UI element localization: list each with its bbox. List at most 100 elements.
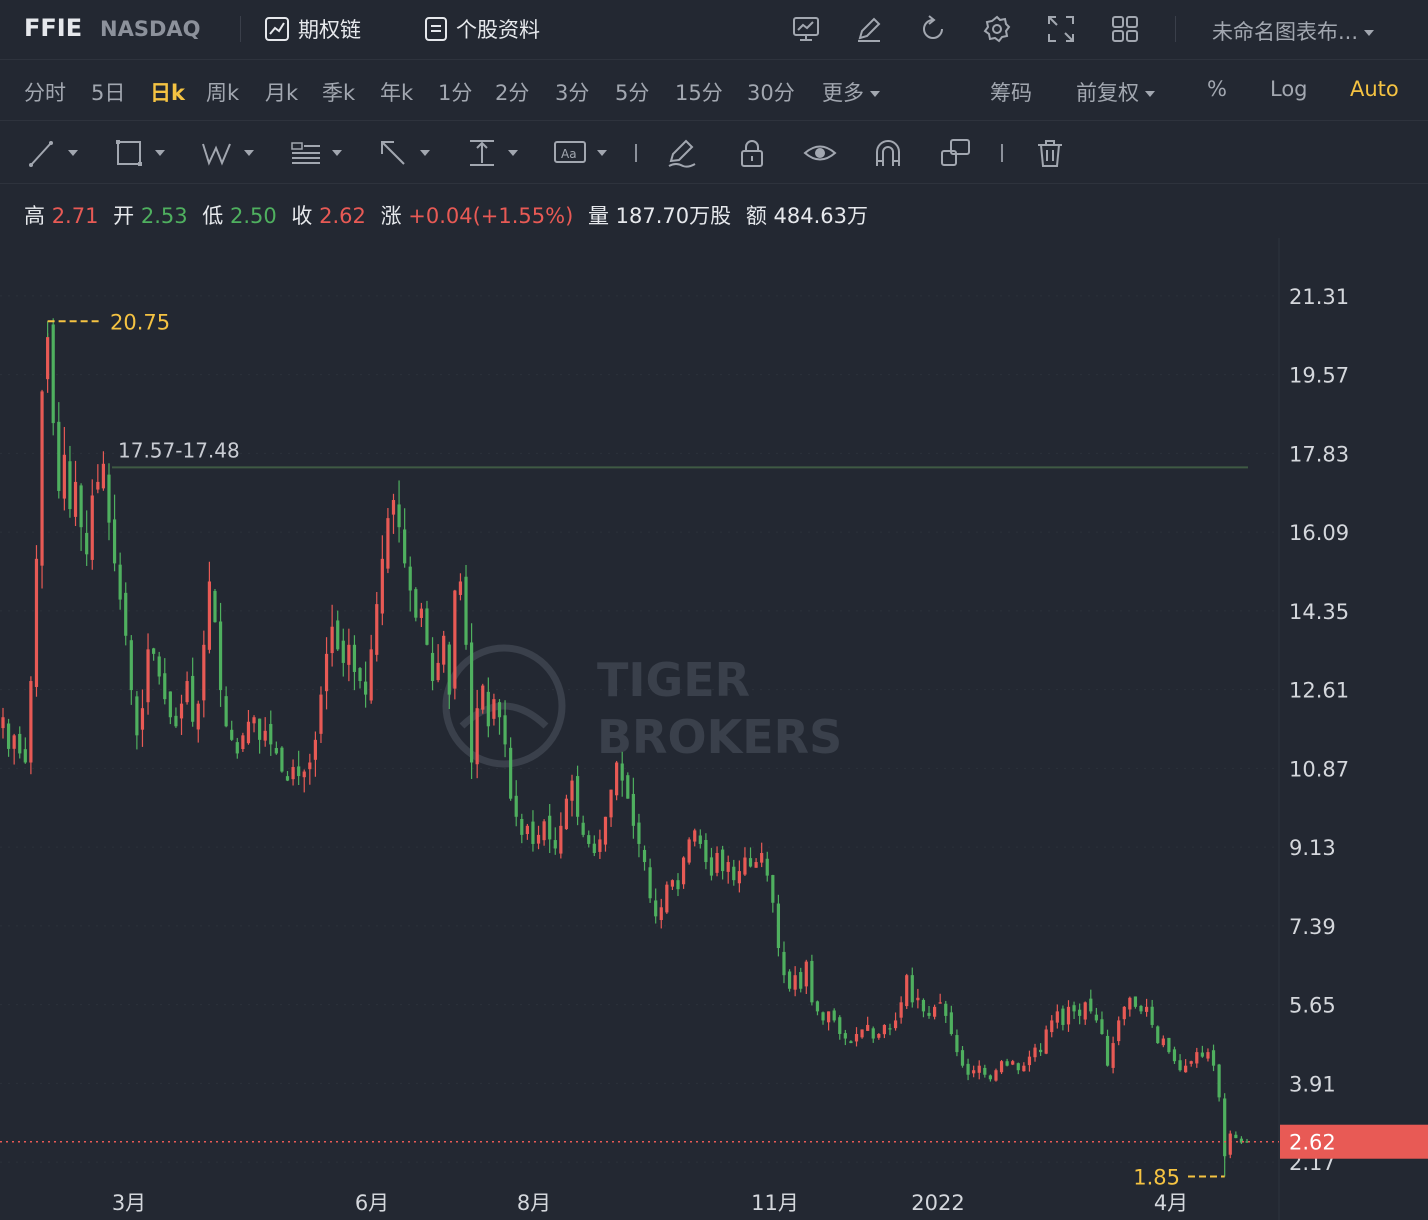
- candle-body: [782, 951, 786, 976]
- period-tab[interactable]: 年k: [380, 77, 413, 107]
- period-tab[interactable]: 周k: [206, 77, 239, 107]
- y-tick-label: 21.31: [1289, 285, 1349, 309]
- text-tool[interactable]: Aa: [553, 136, 611, 170]
- candle-body: [129, 640, 133, 691]
- candle-body: [218, 621, 223, 691]
- volume-label: 量: [587, 204, 609, 228]
- candle-body: [548, 815, 552, 840]
- period-tab-active[interactable]: 日k: [150, 77, 185, 107]
- period-tab[interactable]: 30分: [747, 77, 795, 107]
- candle-body: [626, 775, 630, 799]
- low-value: 2.50: [229, 204, 277, 228]
- more-periods-dropdown[interactable]: 更多: [822, 77, 880, 107]
- candle-body: [196, 703, 200, 730]
- candle-body: [1022, 1065, 1026, 1072]
- more-periods-label: 更多: [822, 81, 864, 105]
- period-tab[interactable]: 15分: [675, 77, 723, 107]
- candle-body: [269, 723, 273, 745]
- chips-button[interactable]: 筹码: [990, 77, 1032, 107]
- y-tick-label: 17.83: [1289, 442, 1349, 466]
- auto-toggle[interactable]: Auto: [1350, 77, 1399, 101]
- percent-toggle[interactable]: %: [1207, 77, 1227, 101]
- period-tab[interactable]: 月k: [265, 77, 298, 107]
- candle-body: [648, 867, 652, 899]
- chart-layout-dropdown[interactable]: 未命名图表布...: [1212, 16, 1375, 46]
- candle-body: [1228, 1133, 1232, 1155]
- candle-body: [124, 592, 128, 636]
- candle-body: [737, 871, 741, 884]
- delete-tool[interactable]: [1035, 136, 1065, 170]
- y-tick-label: 12.61: [1289, 679, 1349, 703]
- clone-tool[interactable]: [940, 136, 972, 170]
- fullscreen-icon[interactable]: [1044, 12, 1078, 46]
- text-icon: Aa: [554, 141, 607, 163]
- period-tab[interactable]: 5日: [91, 77, 125, 107]
- candle-body: [185, 681, 189, 703]
- candle-body: [213, 590, 217, 623]
- candle-body: [849, 1041, 853, 1044]
- arrow-tool[interactable]: [378, 136, 434, 170]
- period-tab[interactable]: 3分: [555, 77, 589, 107]
- log-toggle[interactable]: Log: [1270, 77, 1308, 101]
- options-chain-link[interactable]: 期权链: [264, 14, 361, 44]
- candle-body: [1133, 996, 1138, 1007]
- period-tab[interactable]: 分时: [24, 77, 66, 107]
- candle-body: [481, 685, 485, 710]
- brush-tool[interactable]: [666, 136, 698, 170]
- trend-line-tool[interactable]: [28, 136, 82, 170]
- settings-icon[interactable]: [980, 12, 1014, 46]
- candle-body: [966, 1063, 970, 1075]
- lock-tool[interactable]: [737, 136, 767, 170]
- candle-body: [1234, 1134, 1238, 1139]
- candle-body: [1161, 1038, 1165, 1046]
- candle-body: [1044, 1029, 1048, 1054]
- candle-body: [425, 608, 429, 645]
- period-tab[interactable]: 5分: [615, 77, 649, 107]
- refresh-icon[interactable]: [916, 12, 950, 46]
- pattern-tool[interactable]: [200, 136, 258, 170]
- magnet-tool[interactable]: [872, 136, 904, 170]
- candle-body: [882, 1024, 886, 1035]
- candle-body: [843, 1033, 847, 1039]
- amount-label: 额: [745, 204, 767, 228]
- candle-body: [933, 1006, 937, 1017]
- period-tab[interactable]: 2分: [495, 77, 529, 107]
- rectangle-tool[interactable]: [115, 136, 169, 170]
- x-tick-label: 3月: [112, 1191, 146, 1215]
- chart-overlay-icon[interactable]: [789, 12, 823, 46]
- period-tab[interactable]: 1分: [438, 77, 472, 107]
- candle-body: [274, 747, 278, 754]
- candle-body: [391, 500, 396, 515]
- edit-icon[interactable]: [852, 12, 886, 46]
- watermark-line-2: BROKERS: [597, 710, 842, 764]
- candle-body: [68, 461, 72, 510]
- symbol-label[interactable]: FFIE: [24, 14, 82, 42]
- candle-body: [319, 694, 323, 734]
- candle-body: [592, 843, 596, 853]
- candle-body: [380, 558, 384, 614]
- fib-tool[interactable]: [290, 136, 346, 170]
- layout-grid-icon[interactable]: [1108, 12, 1142, 46]
- fib-icon: [291, 142, 342, 164]
- candle-body: [1189, 1061, 1193, 1064]
- stock-profile-link[interactable]: 个股资料: [424, 14, 540, 44]
- candle-body: [681, 857, 686, 885]
- close-label: 收: [291, 204, 313, 228]
- period-tab[interactable]: 季k: [322, 77, 355, 107]
- divider: [1001, 144, 1003, 162]
- candle-body: [419, 608, 423, 618]
- candle-body: [6, 723, 11, 749]
- candle-body: [497, 702, 502, 718]
- candle-body: [1100, 1019, 1104, 1035]
- candle-body: [1061, 1008, 1065, 1025]
- change-value: +0.04(+1.55%): [408, 204, 574, 228]
- candle-body: [810, 960, 814, 1003]
- candle-body: [29, 681, 33, 763]
- adjust-dropdown[interactable]: 前复权: [1076, 77, 1155, 107]
- range-tool[interactable]: [466, 136, 522, 170]
- candle-body: [369, 649, 373, 701]
- visibility-tool[interactable]: [803, 136, 837, 170]
- candlestick-chart[interactable]: TIGER BROKERS 17.57-17.48 21.31 19.57 17.8…: [0, 238, 1428, 1220]
- candle-body: [352, 644, 357, 672]
- candle-body: [146, 649, 150, 703]
